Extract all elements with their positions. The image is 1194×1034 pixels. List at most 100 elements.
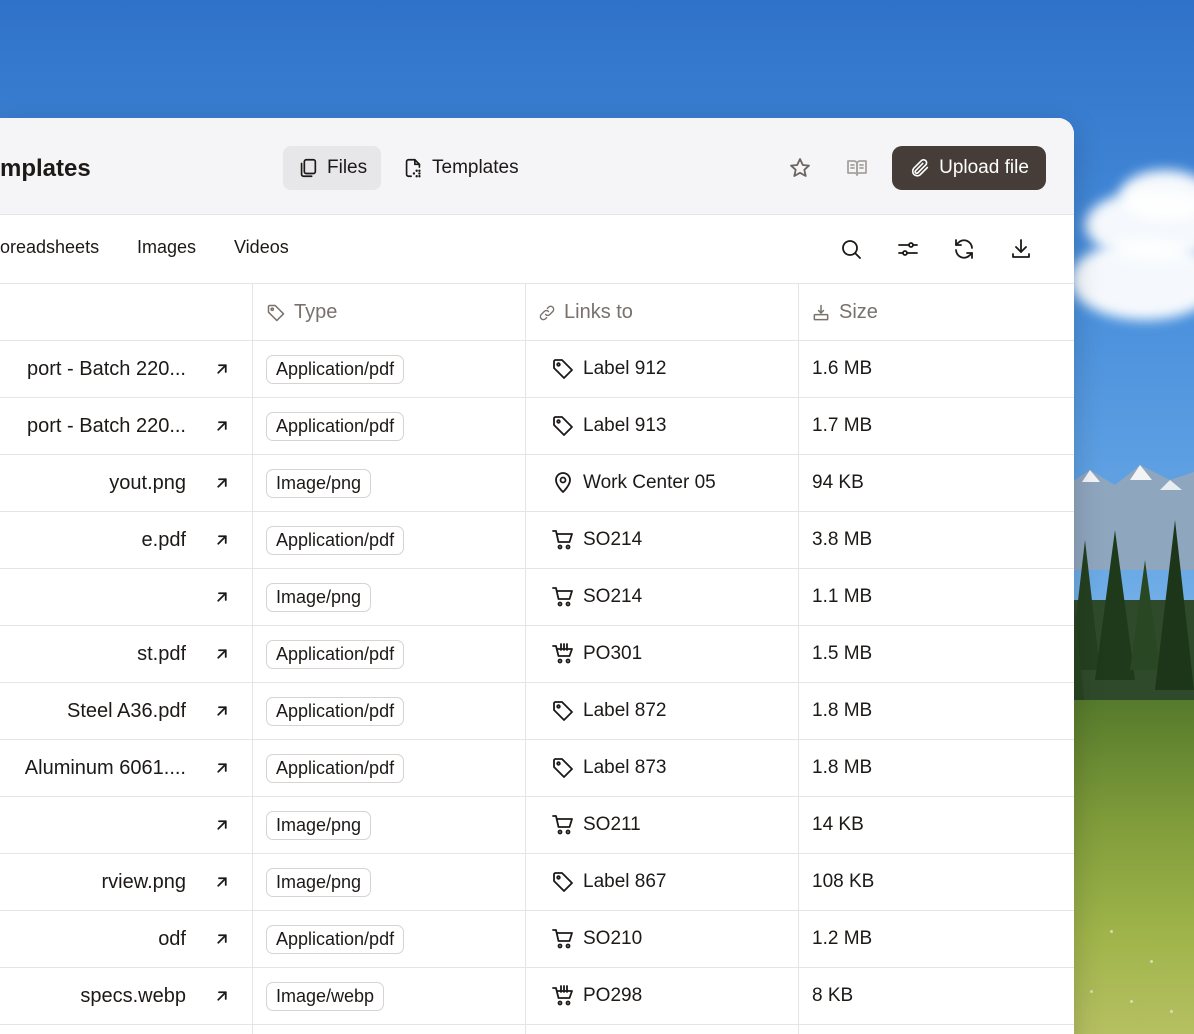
linked-record[interactable]: Label 867 [551,854,666,910]
linked-record-label: PO301 [583,643,643,664]
table-body: port - Batch 220... Application/pdf Labe… [0,341,1074,1025]
filter-images[interactable]: Images [137,237,196,258]
open-file-button[interactable] [211,512,233,568]
table-row[interactable]: port - Batch 220... Application/pdf Labe… [0,398,1074,455]
column-type[interactable]: Type [266,284,337,341]
type-cell: Application/pdf [266,911,405,967]
refresh-button[interactable] [946,231,982,267]
purchase-cart-icon [552,985,573,1006]
cart-icon [552,815,573,835]
file-name[interactable]: st.pdf [137,626,186,682]
tab-templates-label: Templates [432,157,519,178]
open-file-button[interactable] [211,398,233,454]
table-row[interactable]: specs.webp Image/webp PO298 8 KB [0,968,1074,1025]
type-cell: Image/webp [266,968,385,1024]
type-cell: Image/png [266,455,372,511]
file-size: 94 KB [812,472,864,493]
file-name[interactable]: port - Batch 220... [27,341,186,397]
linked-record[interactable]: Work Center 05 [551,455,716,511]
table-row[interactable]: Image/png SO214 1.1 MB [0,569,1074,626]
table-row[interactable]: Image/png SO211 14 KB [0,797,1074,854]
linked-record[interactable]: SO214 [551,569,642,625]
linked-record[interactable]: Label 872 [551,683,666,739]
linked-record[interactable]: Label 913 [551,398,666,454]
file-name[interactable]: port - Batch 220... [27,398,186,454]
type-badge: Application/pdf [266,411,405,441]
open-file-button[interactable] [211,911,233,967]
open-file-button[interactable] [211,683,233,739]
open-file-button[interactable] [211,341,233,397]
type-badge: Image/png [266,810,372,840]
open-file-button[interactable] [211,797,233,853]
column-links[interactable]: Links to [538,284,633,341]
flower [1110,930,1113,933]
column-size-label: Size [839,301,878,323]
open-file-button[interactable] [211,569,233,625]
tab-templates[interactable]: Templates [388,146,533,190]
download-button[interactable] [1003,231,1039,267]
search-button[interactable] [833,231,869,267]
cart-icon [552,530,573,550]
file-name[interactable]: odf [158,911,186,967]
file-name[interactable]: specs.webp [80,968,186,1024]
tag-icon [553,701,573,721]
table-row[interactable]: e.pdf Application/pdf SO214 3.8 MB [0,512,1074,569]
arrow-up-right-icon [217,421,227,431]
open-file-button[interactable] [211,455,233,511]
linked-record-label: Work Center 05 [583,472,716,493]
upload-file-button[interactable]: Upload file [892,146,1046,190]
linked-record[interactable]: SO210 [551,911,642,967]
type-cell: Application/pdf [266,512,405,568]
filter-videos[interactable]: Videos [234,237,289,258]
type-badge: Application/pdf [266,696,405,726]
linked-record-label: SO211 [583,814,641,835]
linked-record[interactable]: SO211 [551,797,641,853]
column-divider [525,284,526,1034]
table-row[interactable]: yout.png Image/png Work Center 05 94 KB [0,455,1074,512]
file-size: 1.1 MB [812,586,873,607]
file-name[interactable]: Steel A36.pdf [67,683,186,739]
table-row[interactable]: Aluminum 6061.... Application/pdf Label … [0,740,1074,797]
file-name[interactable]: Aluminum 6061.... [25,740,186,796]
tag-icon [553,416,573,436]
linked-record-label: SO214 [583,586,643,607]
linked-record[interactable]: PO298 [551,968,642,1024]
location-pin-icon [555,472,571,493]
file-name[interactable]: yout.png [109,455,186,511]
linked-record-label: Label 873 [583,757,667,778]
refresh-icon [955,239,973,259]
link-icon [539,305,555,320]
file-size: 1.2 MB [812,928,873,949]
files-icon [300,158,317,178]
purchase-cart-icon [552,643,573,664]
table-row[interactable]: rview.png Image/png Label 867 108 KB [0,854,1074,911]
linked-record[interactable]: Label 912 [551,341,666,397]
table-row[interactable]: Steel A36.pdf Application/pdf Label 872 … [0,683,1074,740]
linked-record[interactable]: SO214 [551,512,642,568]
filter-spreadsheets[interactable]: oreadsheets [0,237,99,258]
docs-button[interactable] [839,150,875,186]
linked-record-label: SO214 [583,529,643,550]
open-file-button[interactable] [211,740,233,796]
file-size: 1.7 MB [812,415,873,436]
linked-record[interactable]: Label 873 [551,740,666,796]
column-size[interactable]: Size [811,284,878,341]
open-file-button[interactable] [211,854,233,910]
cart-icon [552,929,573,949]
file-size: 1.5 MB [812,643,873,664]
search-icon [842,240,861,259]
filter-settings-button[interactable] [890,231,926,267]
cart-icon [552,587,573,607]
favorite-button[interactable] [782,150,818,186]
open-file-button[interactable] [211,968,233,1024]
table-row[interactable]: odf Application/pdf SO210 1.2 MB [0,911,1074,968]
open-file-button[interactable] [211,626,233,682]
table-row[interactable]: st.pdf Application/pdf PO301 1.5 MB [0,626,1074,683]
linked-record[interactable]: PO301 [551,626,642,682]
tab-files[interactable]: Files [283,146,382,190]
flower [1130,1000,1133,1003]
table-row[interactable]: port - Batch 220... Application/pdf Labe… [0,341,1074,398]
file-name[interactable]: rview.png [102,854,187,910]
star-icon [790,158,810,177]
file-name[interactable]: e.pdf [142,512,186,568]
